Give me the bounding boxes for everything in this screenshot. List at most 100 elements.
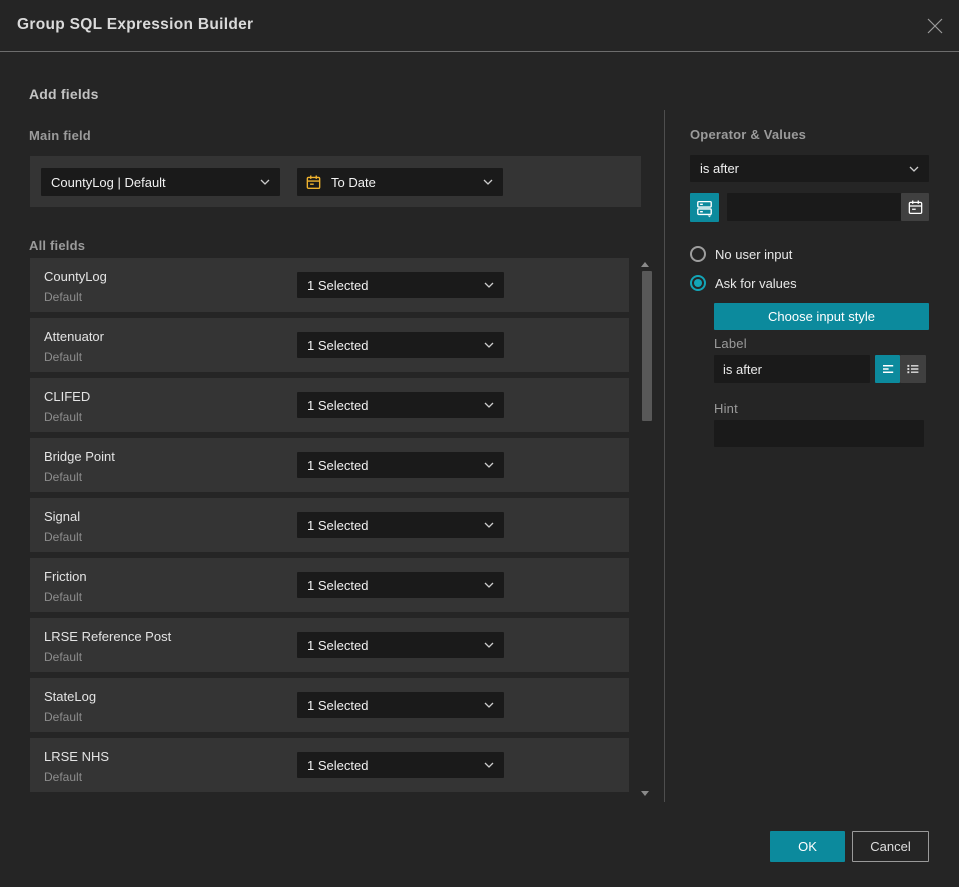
- radio-no-user-input-label: No user input: [715, 246, 793, 262]
- chevron-down-icon: [260, 179, 270, 185]
- field-row: Attenuator Default 1 Selected: [30, 318, 629, 372]
- fields-scrollbar[interactable]: [637, 258, 653, 800]
- radio-ask-for-values-label: Ask for values: [715, 275, 797, 291]
- operator-values-heading: Operator & Values: [690, 127, 807, 142]
- field-selection-dropdown[interactable]: 1 Selected: [297, 452, 504, 478]
- field-name: Bridge Point: [44, 449, 115, 464]
- field-name: Signal: [44, 509, 81, 524]
- dialog-titlebar: Group SQL Expression Builder: [0, 0, 959, 52]
- field-selection-dropdown[interactable]: 1 Selected: [297, 632, 504, 658]
- field-selection-dropdown[interactable]: 1 Selected: [297, 272, 504, 298]
- field-selection-dropdown[interactable]: 1 Selected: [297, 332, 504, 358]
- field-selection-dropdown[interactable]: 1 Selected: [297, 572, 504, 598]
- chevron-down-icon: [484, 582, 494, 588]
- hint-caption: Hint: [714, 401, 738, 416]
- field-name: Friction: [44, 569, 87, 584]
- field-selection-dropdown[interactable]: 1 Selected: [297, 692, 504, 718]
- field-subtitle: Default: [44, 350, 83, 364]
- operator-dropdown-value: is after: [700, 161, 740, 176]
- all-fields-heading: All fields: [29, 238, 86, 253]
- chevron-down-icon: [484, 642, 494, 648]
- field-row: StateLog Default 1 Selected: [30, 678, 629, 732]
- field-name: CLIFED: [44, 389, 91, 404]
- field-name: Attenuator: [44, 329, 104, 344]
- main-field-heading: Main field: [29, 128, 91, 143]
- field-subtitle: Default: [44, 470, 83, 484]
- main-field-panel: CountyLog | Default To Date: [30, 156, 641, 207]
- label-caption: Label: [714, 336, 747, 351]
- bullet-list-icon: [907, 364, 919, 374]
- align-left-icon: [882, 365, 893, 373]
- field-subtitle: Default: [44, 410, 83, 424]
- single-input-style-button[interactable]: [875, 355, 900, 383]
- field-name: LRSE NHS: [44, 749, 110, 764]
- field-selection-value: 1 Selected: [307, 757, 369, 773]
- operator-dropdown[interactable]: is after: [690, 155, 929, 182]
- panel-divider: [664, 110, 665, 802]
- field-selection-value: 1 Selected: [307, 337, 369, 353]
- hint-input[interactable]: [714, 420, 924, 447]
- field-subtitle: Default: [44, 290, 83, 304]
- field-row: CountyLog Default 1 Selected: [30, 258, 629, 312]
- field-name: LRSE Reference Post: [44, 629, 172, 644]
- close-button[interactable]: [923, 14, 947, 38]
- field-selection-value: 1 Selected: [307, 517, 369, 533]
- field-row: Signal Default 1 Selected: [30, 498, 629, 552]
- field-subtitle: Default: [44, 590, 83, 604]
- field-selection-value: 1 Selected: [307, 577, 369, 593]
- chevron-down-icon: [484, 462, 494, 468]
- date-type-dropdown[interactable]: To Date: [297, 168, 503, 196]
- stored-values-button[interactable]: [690, 193, 719, 222]
- calendar-icon: [908, 199, 922, 214]
- label-input[interactable]: [714, 355, 870, 383]
- dialog-title: Group SQL Expression Builder: [17, 16, 254, 33]
- all-fields-list: CountyLog Default 1 Selected Attenuator …: [30, 258, 629, 798]
- radio-circle-selected-icon[interactable]: [690, 275, 706, 291]
- value-input[interactable]: [727, 193, 901, 221]
- field-selection-value: 1 Selected: [307, 277, 369, 293]
- field-subtitle: Default: [44, 650, 83, 664]
- field-selection-value: 1 Selected: [307, 457, 369, 473]
- scrollbar-thumb[interactable]: [642, 271, 652, 421]
- radio-circle-icon[interactable]: [690, 246, 706, 262]
- field-selection-dropdown[interactable]: 1 Selected: [297, 512, 504, 538]
- chevron-down-icon: [484, 522, 494, 528]
- main-field-dropdown[interactable]: CountyLog | Default: [41, 168, 280, 196]
- field-subtitle: Default: [44, 710, 83, 724]
- cancel-button[interactable]: Cancel: [852, 831, 929, 862]
- chevron-down-icon: [484, 342, 494, 348]
- field-subtitle: Default: [44, 770, 83, 784]
- radio-no-user-input[interactable]: No user input: [690, 246, 792, 262]
- chevron-down-icon: [909, 166, 919, 172]
- chevron-down-icon: [484, 762, 494, 768]
- field-name: StateLog: [44, 689, 97, 704]
- chevron-down-icon: [484, 402, 494, 408]
- date-type-dropdown-value: To Date: [331, 174, 376, 190]
- radio-ask-for-values[interactable]: Ask for values: [690, 275, 797, 291]
- date-picker-button[interactable]: [901, 193, 929, 221]
- field-row: Bridge Point Default 1 Selected: [30, 438, 629, 492]
- field-name: CountyLog: [44, 269, 107, 284]
- stored-values-icon: [697, 200, 712, 218]
- chevron-down-icon: [483, 179, 493, 185]
- ok-button[interactable]: OK: [770, 831, 845, 862]
- field-selection-dropdown[interactable]: 1 Selected: [297, 752, 504, 778]
- field-row: CLIFED Default 1 Selected: [30, 378, 629, 432]
- add-fields-heading: Add fields: [29, 86, 99, 102]
- scroll-down-icon[interactable]: [641, 791, 649, 796]
- field-row: LRSE Reference Post Default 1 Selected: [30, 618, 629, 672]
- chevron-down-icon: [484, 282, 494, 288]
- close-icon: [927, 18, 943, 34]
- main-field-dropdown-value: CountyLog | Default: [51, 174, 166, 190]
- field-selection-value: 1 Selected: [307, 637, 369, 653]
- scroll-up-icon[interactable]: [641, 262, 649, 267]
- field-row: LRSE NHS Default 1 Selected: [30, 738, 629, 792]
- chevron-down-icon: [484, 702, 494, 708]
- field-selection-dropdown[interactable]: 1 Selected: [297, 392, 504, 418]
- choose-input-style-button[interactable]: Choose input style: [714, 303, 929, 330]
- list-input-style-button[interactable]: [900, 355, 926, 383]
- calendar-icon: [306, 174, 321, 189]
- field-row: Friction Default 1 Selected: [30, 558, 629, 612]
- field-selection-value: 1 Selected: [307, 697, 369, 713]
- field-selection-value: 1 Selected: [307, 397, 369, 413]
